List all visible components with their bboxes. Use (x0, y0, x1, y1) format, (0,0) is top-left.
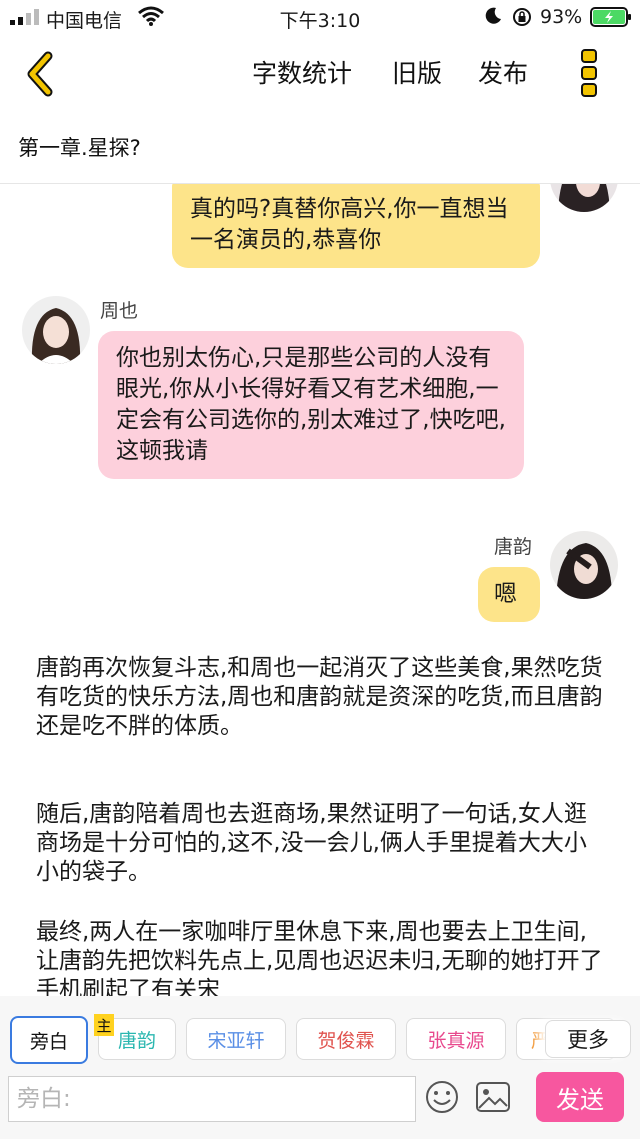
role-chip-hejunlin[interactable]: 贺俊霖 (296, 1018, 396, 1060)
role-label: 宋亚轩 (207, 1029, 265, 1052)
input-bar: 发送 (0, 1072, 640, 1139)
message-bubble[interactable]: 嗯 (478, 567, 540, 622)
send-button[interactable]: 发送 (536, 1072, 624, 1122)
message-bubble[interactable]: 你也别太伤心,只是那些公司的人没有眼光,你从小长得好看又有艺术细胞,一定会有公司… (98, 331, 524, 479)
old-version-button[interactable]: 旧版 (392, 54, 442, 90)
narration-paragraph[interactable]: 随后,唐韵陪着周也去逛商场,果然证明了一句话,女人逛商场是十分可怕的,这不,没一… (36, 800, 606, 887)
role-label: 张真源 (427, 1029, 485, 1052)
chapter-title[interactable]: 第一章.星探? (18, 132, 141, 162)
more-roles-button[interactable]: 更多 (545, 1020, 631, 1058)
role-chip-songyaxuan[interactable]: 宋亚轩 (186, 1018, 286, 1060)
story-content[interactable]: 真的吗?真替你高兴,你一直想当一名演员的,恭喜你 周也 你也别太伤心,只是那些公… (0, 184, 640, 996)
speaker-name: 唐韵 (494, 536, 533, 558)
avatar[interactable] (22, 296, 90, 364)
role-label: 贺俊霖 (317, 1029, 375, 1052)
more-options-icon[interactable] (576, 48, 602, 98)
role-chip-zhangzhenyuan[interactable]: 张真源 (406, 1018, 506, 1060)
role-label: 唐韵 (117, 1029, 156, 1052)
battery-icon (590, 7, 631, 27)
avatar[interactable] (550, 531, 618, 599)
narration-paragraph[interactable]: 最终,两人在一家咖啡厅里休息下来,周也要去上卫生间,让唐韵先把饮料先点上,见周也… (36, 918, 606, 996)
moon-icon (485, 7, 501, 24)
avatar[interactable] (550, 184, 618, 212)
main-role-badge: 主 (94, 1014, 114, 1036)
status-bar: 中国电信 下午3:10 93% (0, 0, 640, 36)
narration-paragraph[interactable]: 唐韵再次恢复斗志,和周也一起消灭了这些美食,果然吃货有吃货的快乐方法,周也和唐韵… (36, 654, 606, 741)
role-selector: 旁白 唐韵 主 宋亚轩 贺俊霖 张真源 严 更多 (0, 996, 640, 1072)
smiley-icon[interactable] (425, 1080, 459, 1114)
publish-button[interactable]: 发布 (478, 54, 528, 90)
rotation-lock-icon (513, 8, 531, 26)
message-input[interactable] (8, 1076, 416, 1122)
battery-percent: 93% (540, 6, 583, 28)
role-chip-narrator[interactable]: 旁白 (10, 1016, 88, 1064)
message-bubble[interactable]: 真的吗?真替你高兴,你一直想当一名演员的,恭喜你 (172, 184, 540, 268)
image-icon[interactable] (476, 1082, 510, 1112)
editor-header: 字数统计 旧版 发布 (0, 36, 640, 110)
role-label: 旁白 (29, 1030, 68, 1053)
back-icon[interactable] (20, 50, 60, 98)
word-count-button[interactable]: 字数统计 (252, 54, 352, 90)
speaker-name: 周也 (100, 300, 139, 322)
